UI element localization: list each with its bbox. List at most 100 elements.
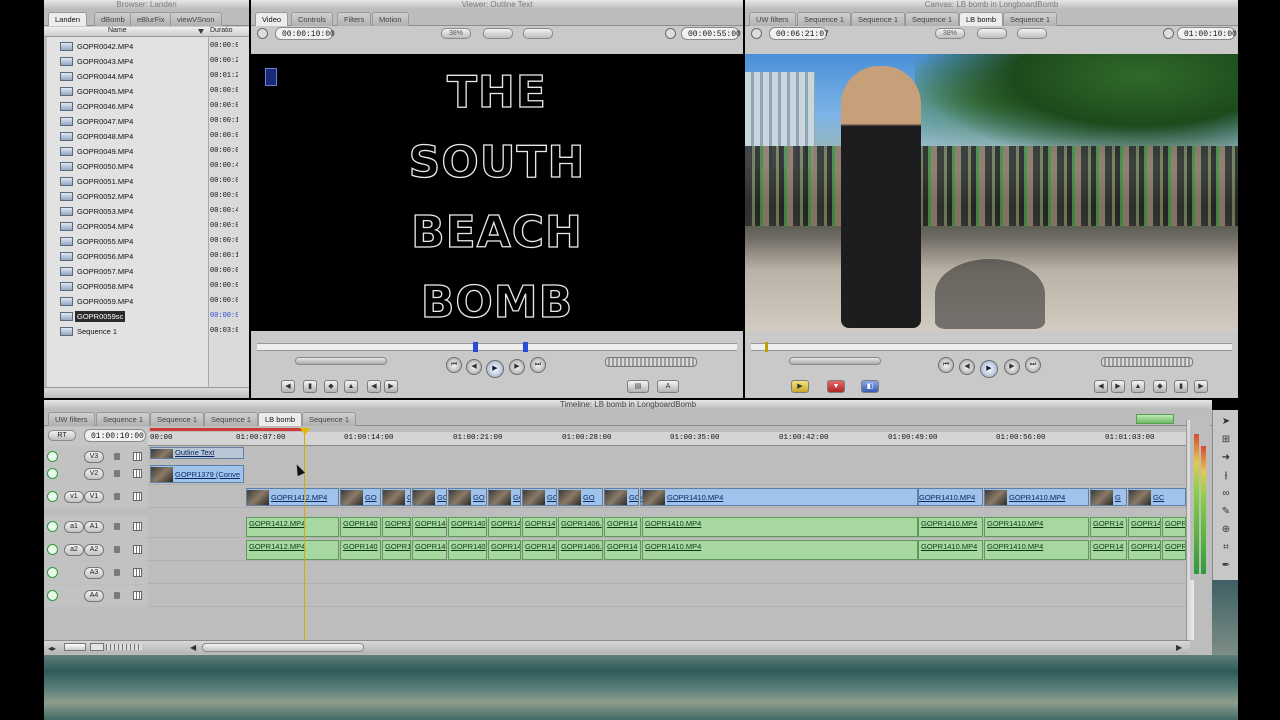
audio-clip-a1[interactable]: GOPR14( xyxy=(412,517,447,537)
playhead-handle-icon[interactable] xyxy=(300,428,310,435)
zoom-slider[interactable] xyxy=(106,644,142,650)
razor-blade-tool-icon[interactable]: ✎ xyxy=(1216,504,1236,520)
audio-clip-a1[interactable]: GOPR1406. xyxy=(558,517,603,537)
timeline-horizontal-scrollbar[interactable] xyxy=(202,643,364,652)
destination-track-control[interactable]: V1 xyxy=(84,491,104,503)
edit-selection-tool-icon[interactable]: ⊞ xyxy=(1216,432,1236,448)
audio-clip-a1[interactable]: GOPR14 xyxy=(604,517,641,537)
video-clip-v1[interactable]: GO xyxy=(522,488,557,506)
mark-clip-button[interactable]: ▮ xyxy=(303,380,317,393)
video-clip-v1[interactable]: GO xyxy=(448,488,487,506)
go-to-out-button[interactable]: ⏭ xyxy=(530,357,546,373)
video-clip-v1[interactable]: GO xyxy=(412,488,447,506)
viewer-play-button[interactable]: ▶ xyxy=(486,360,504,378)
scroll-left-button[interactable]: ◀ xyxy=(190,643,196,652)
audio-clip-a1[interactable]: GOPR1 xyxy=(382,517,411,537)
play-in-to-out-button[interactable]: ◀ xyxy=(466,359,482,375)
add-keyframe-button[interactable]: ◆ xyxy=(324,380,338,393)
pen-tool-icon[interactable]: ✒ xyxy=(1216,558,1236,574)
video-clip-v1[interactable]: GO xyxy=(488,488,521,506)
track-visibility-icon[interactable] xyxy=(47,590,58,601)
source-track-control[interactable]: v1 xyxy=(64,491,84,503)
audio-clip-a2[interactable]: GOPR14 xyxy=(522,540,557,560)
roll-tool-icon[interactable]: ⫲ xyxy=(1216,468,1236,484)
destination-track-control[interactable]: V3 xyxy=(84,451,104,463)
track-lock-icon[interactable] xyxy=(114,493,120,500)
audio-clip-a2[interactable]: GOPR140 xyxy=(340,540,381,560)
canvas-play-around-button[interactable]: ▶ xyxy=(1004,359,1020,375)
rt-popup[interactable]: RT xyxy=(48,430,76,441)
video-clip-v1[interactable]: GOPF xyxy=(604,488,639,506)
destination-track-control[interactable]: A4 xyxy=(84,590,104,602)
video-clip-v1[interactable]: GOPR1412.MP4 xyxy=(246,488,339,506)
destination-track-control[interactable]: A2 xyxy=(84,544,104,556)
browser-tab-4[interactable]: viewVSnon xyxy=(170,12,222,26)
timeline-tab-sequence[interactable]: Sequence 1 xyxy=(302,412,357,426)
auto-select-icon[interactable] xyxy=(133,568,142,577)
video-clip-v1[interactable]: GOPR1410.MP4 xyxy=(984,488,1089,506)
canvas-add-marker-button[interactable]: ▲ xyxy=(1131,380,1145,393)
canvas-video-frame[interactable] xyxy=(745,54,1238,331)
canvas-shuttle-control[interactable] xyxy=(789,357,881,365)
video-clip-v2[interactable]: GOPR1379 (Conve xyxy=(150,465,244,483)
browser-tab-2[interactable]: dBomb xyxy=(94,12,132,26)
viewer-overlay-popup[interactable] xyxy=(523,28,553,39)
canvas-tab-lb-bomb[interactable]: LB bomb xyxy=(959,12,1004,26)
audio-clip-a1[interactable]: GOPR1412.MP4 xyxy=(246,517,339,537)
track-lock-icon[interactable] xyxy=(114,523,120,530)
canvas-zoom-popup[interactable]: 38% xyxy=(935,28,965,39)
audio-clip-a2[interactable]: GOPR14 xyxy=(1090,540,1127,560)
generator-button[interactable]: A xyxy=(657,380,679,393)
audio-clip-a1[interactable]: GOPR1410.MP4 xyxy=(642,517,918,537)
audio-clip-a1[interactable]: GOPR1410.MP4 xyxy=(918,517,983,537)
viewer-duration-timecode[interactable]: 00:00:10:00 xyxy=(275,27,335,40)
track-lock-icon[interactable] xyxy=(114,569,120,576)
audio-clip-a2[interactable]: GOPR14 xyxy=(604,540,641,560)
auto-select-icon[interactable] xyxy=(133,452,142,461)
audio-clip-a2[interactable]: GOPR xyxy=(1162,540,1186,560)
canvas-view-popup[interactable] xyxy=(977,28,1007,39)
canvas-current-timecode[interactable]: 01:00:10:00 xyxy=(1177,27,1237,40)
audio-clip-a1[interactable]: GOPR140 xyxy=(448,517,487,537)
zoom-tool-icon[interactable]: ⊕ xyxy=(1216,522,1236,538)
video-clip-v1[interactable]: GOPR1410.MP4 xyxy=(642,488,918,506)
canvas-overlay-popup[interactable] xyxy=(1017,28,1047,39)
audio-clip-a1[interactable]: GOPR140 xyxy=(340,517,381,537)
track-visibility-icon[interactable] xyxy=(47,491,58,502)
viewer-shuttle-control[interactable] xyxy=(295,357,387,365)
viewer-tab-controls[interactable]: Controls xyxy=(291,12,333,26)
auto-select-icon[interactable] xyxy=(133,522,142,531)
track-visibility-icon[interactable] xyxy=(47,567,58,578)
audio-clip-a1[interactable]: GOPR xyxy=(1162,517,1186,537)
audio-clip-a2[interactable]: GOPR1406. xyxy=(558,540,603,560)
canvas-match-frame-button[interactable]: ▮ xyxy=(1174,380,1188,393)
canvas-go-to-out-button[interactable]: ⏭ xyxy=(1025,357,1041,373)
canvas-play-in-to-out-button[interactable]: ◀ xyxy=(959,359,975,375)
canvas-jog-control[interactable] xyxy=(1101,357,1193,367)
audio-clip-a2[interactable]: GOPR1410.MP4 xyxy=(642,540,918,560)
auto-select-icon[interactable] xyxy=(133,545,142,554)
canvas-play-button[interactable]: ▶ xyxy=(980,360,998,378)
track-visibility-icon[interactable] xyxy=(47,451,58,462)
canvas-mark-out-button[interactable]: ▶ xyxy=(1111,380,1125,393)
canvas-mark-in-button[interactable]: ◀ xyxy=(1094,380,1108,393)
browser-tab-landen[interactable]: Landen xyxy=(48,12,88,26)
duration-column-header[interactable]: Duratio xyxy=(210,27,233,34)
audio-clip-a2[interactable]: GOPR140 xyxy=(448,540,487,560)
canvas-tab-sequence[interactable]: Sequence 1 xyxy=(851,12,906,26)
browser-tab-3[interactable]: eBlurFix xyxy=(130,12,172,26)
destination-track-control[interactable]: V2 xyxy=(84,468,104,480)
canvas-scrubber-bar[interactable] xyxy=(751,342,1232,352)
insert-edit-button[interactable]: ▶ xyxy=(791,380,809,393)
crop-tool-icon[interactable]: ⌗ xyxy=(1216,540,1236,556)
audio-clip-a2[interactable]: GOPR1410.MP4 xyxy=(918,540,983,560)
play-around-button[interactable]: ▶ xyxy=(509,359,525,375)
viewer-video-frame[interactable]: THE SOUTH BEACH BOMB xyxy=(251,54,743,331)
recent-clips-button[interactable]: ▤ xyxy=(627,380,649,393)
track-lock-icon[interactable] xyxy=(114,546,120,553)
source-track-control[interactable]: a2 xyxy=(64,544,84,556)
canvas-duration-timecode[interactable]: 00:06:21:07 xyxy=(769,27,829,40)
viewer-jog-control[interactable] xyxy=(605,357,697,367)
canvas-add-keyframe-button[interactable]: ◆ xyxy=(1153,380,1167,393)
auto-select-icon[interactable] xyxy=(133,469,142,478)
